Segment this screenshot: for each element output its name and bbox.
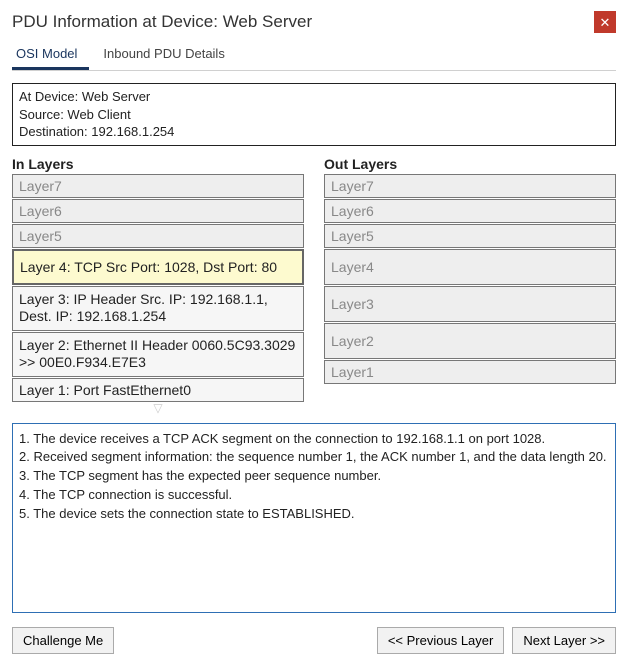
device-info-box: At Device: Web Server Source: Web Client… [12, 83, 616, 146]
out-layer-3[interactable]: Layer3 [324, 286, 616, 322]
out-layers-header: Out Layers [324, 156, 616, 172]
info-source: Source: Web Client [19, 106, 609, 124]
in-layer-7[interactable]: Layer7 [12, 174, 304, 198]
close-icon: ✕ [600, 16, 611, 29]
tab-bar: OSI Model Inbound PDU Details [12, 40, 616, 71]
in-layer-6[interactable]: Layer6 [12, 199, 304, 223]
layer-arrow-hint: ▽ [12, 401, 304, 409]
out-layer-6[interactable]: Layer6 [324, 199, 616, 223]
out-layer-1[interactable]: Layer1 [324, 360, 616, 384]
in-layer-4[interactable]: Layer 4: TCP Src Port: 1028, Dst Port: 8… [12, 249, 304, 285]
layers-container: In Layers Layer7 Layer6 Layer5 Layer 4: … [12, 156, 616, 409]
title-bar: PDU Information at Device: Web Server ✕ [12, 0, 616, 38]
window-title: PDU Information at Device: Web Server [12, 12, 312, 32]
out-layer-4[interactable]: Layer4 [324, 249, 616, 285]
previous-layer-button[interactable]: << Previous Layer [377, 627, 505, 654]
in-layer-3[interactable]: Layer 3: IP Header Src. IP: 192.168.1.1,… [12, 286, 304, 331]
in-layer-1[interactable]: Layer 1: Port FastEthernet0 [12, 378, 304, 402]
in-layers-column: In Layers Layer7 Layer6 Layer5 Layer 4: … [12, 156, 304, 409]
out-layer-7[interactable]: Layer7 [324, 174, 616, 198]
close-button[interactable]: ✕ [594, 11, 616, 33]
out-layers-column: Out Layers Layer7 Layer6 Layer5 Layer4 L… [324, 156, 616, 409]
out-layer-5[interactable]: Layer5 [324, 224, 616, 248]
challenge-me-button[interactable]: Challenge Me [12, 627, 114, 654]
info-device: At Device: Web Server [19, 88, 609, 106]
pdu-process-notes: 1. The device receives a TCP ACK segment… [12, 423, 616, 613]
next-layer-button[interactable]: Next Layer >> [512, 627, 616, 654]
in-layer-2[interactable]: Layer 2: Ethernet II Header 0060.5C93.30… [12, 332, 304, 377]
info-destination: Destination: 192.168.1.254 [19, 123, 609, 141]
tab-inbound-pdu-details[interactable]: Inbound PDU Details [99, 40, 236, 70]
tab-osi-model[interactable]: OSI Model [12, 40, 89, 70]
out-layer-2[interactable]: Layer2 [324, 323, 616, 359]
in-layers-header: In Layers [12, 156, 304, 172]
footer-buttons: Challenge Me << Previous Layer Next Laye… [12, 627, 616, 654]
in-layer-5[interactable]: Layer5 [12, 224, 304, 248]
